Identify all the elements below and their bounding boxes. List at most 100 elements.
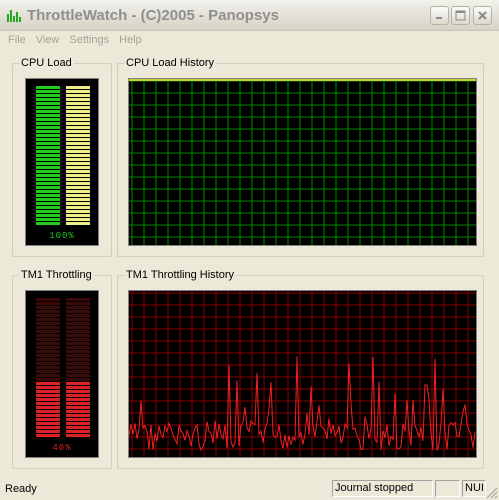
cpu-history-group: CPU Load History xyxy=(117,57,484,257)
tm1-throttling-segment xyxy=(66,366,90,369)
tm1-throttling-segment xyxy=(66,330,90,333)
tm1-throttling-segment xyxy=(66,338,90,341)
cpu-load-segment xyxy=(36,106,60,109)
tm1-throttling-segment xyxy=(66,386,90,389)
tm1-throttling-segment xyxy=(66,414,90,417)
tm1-throttling-segment xyxy=(36,410,60,413)
tm1-throttling-segment xyxy=(66,358,90,361)
tm1-throttling-segment xyxy=(66,430,90,433)
cpu-load-segment xyxy=(36,198,60,201)
tm1-throttling-segment xyxy=(36,358,60,361)
cpu-load-segment xyxy=(66,214,90,217)
cpu-load-segment xyxy=(36,150,60,153)
tm1-throttling-segment xyxy=(36,430,60,433)
cpu-load-segment xyxy=(66,86,90,89)
tm1-throttling-segment xyxy=(66,434,90,437)
cpu-load-segment xyxy=(66,118,90,121)
cpu-load-segment xyxy=(66,122,90,125)
tm1-throttling-segment xyxy=(36,374,60,377)
tm1-history-plot xyxy=(129,291,476,457)
cpu-load-segment xyxy=(36,98,60,101)
cpu-load-segment xyxy=(66,98,90,101)
maximize-button[interactable] xyxy=(451,6,470,25)
cpu-load-segment xyxy=(66,146,90,149)
cpu-load-segment xyxy=(66,130,90,133)
cpu-load-segment xyxy=(36,90,60,93)
cpu-load-segment xyxy=(66,198,90,201)
menu-view[interactable]: View xyxy=(31,31,65,49)
tm1-throttling-group: TM1 Throttling 40% xyxy=(12,269,112,469)
tm1-throttling-segment xyxy=(36,326,60,329)
tm1-throttling-meter: 40% xyxy=(25,290,99,458)
app-icon xyxy=(7,10,21,22)
cpu-load-segment xyxy=(36,194,60,197)
tm1-throttling-segment xyxy=(36,378,60,381)
tm1-throttling-segment xyxy=(66,394,90,397)
title-bar[interactable]: ThrottleWatch - (C)2005 - Panopsys xyxy=(0,0,499,31)
tm1-throttling-segment xyxy=(36,406,60,409)
tm1-history-graph xyxy=(128,290,477,458)
cpu-load-segment xyxy=(36,126,60,129)
tm1-throttling-segment xyxy=(36,362,60,365)
tm1-throttling-segment xyxy=(66,350,90,353)
tm1-throttling-segment xyxy=(66,370,90,373)
tm1-throttling-segment xyxy=(66,426,90,429)
tm1-throttling-segment xyxy=(66,362,90,365)
tm1-throttling-segment xyxy=(36,338,60,341)
tm1-throttling-segment xyxy=(36,306,60,309)
tm1-throttling-segment xyxy=(66,378,90,381)
tm1-throttling-segment xyxy=(36,298,60,301)
cpu-load-segment xyxy=(36,170,60,173)
throttlewatch-window: ThrottleWatch - (C)2005 - Panopsys File … xyxy=(0,0,499,500)
status-bar: Ready Journal stopped NUI xyxy=(0,478,499,500)
tm1-throttling-label: TM1 Throttling xyxy=(19,269,94,282)
cpu-load-segment xyxy=(36,158,60,161)
cpu-load-segment xyxy=(36,182,60,185)
cpu-history-label: CPU Load History xyxy=(124,57,217,70)
cpu-load-segment xyxy=(66,162,90,165)
cpu-load-segment xyxy=(36,214,60,217)
tm1-throttling-segment xyxy=(66,346,90,349)
menu-file[interactable]: File xyxy=(3,31,31,49)
tm1-throttling-segment xyxy=(66,342,90,345)
cpu-load-meter: 100% xyxy=(25,78,99,246)
cpu-load-segment xyxy=(66,94,90,97)
close-button[interactable] xyxy=(473,6,492,25)
window-title: ThrottleWatch - (C)2005 - Panopsys xyxy=(27,7,279,24)
tm1-history-label: TM1 Throttling History xyxy=(124,269,236,282)
minimize-icon xyxy=(436,17,442,19)
cpu-load-segment xyxy=(36,178,60,181)
cpu-load-segment xyxy=(36,190,60,193)
tm1-throttling-segment xyxy=(66,318,90,321)
tm1-throttling-segment xyxy=(66,326,90,329)
cpu-load-segment xyxy=(36,118,60,121)
cpu-load-segment xyxy=(36,86,60,89)
tm1-throttling-segment xyxy=(36,354,60,357)
resize-grip-icon[interactable] xyxy=(486,487,498,499)
cpu-load-segment xyxy=(66,174,90,177)
cpu-load-group: CPU Load 100% xyxy=(12,57,112,257)
tm1-throttling-segment xyxy=(66,398,90,401)
minimize-button[interactable] xyxy=(430,6,449,25)
cpu-load-segment xyxy=(36,94,60,97)
cpu-load-segment xyxy=(66,202,90,205)
menu-settings[interactable]: Settings xyxy=(64,31,114,49)
tm1-throttling-segment xyxy=(36,414,60,417)
tm1-throttling-segment xyxy=(66,422,90,425)
tm1-throttling-segment xyxy=(66,382,90,385)
tm1-throttling-segment xyxy=(36,310,60,313)
tm1-throttling-segment xyxy=(66,310,90,313)
menu-help[interactable]: Help xyxy=(114,31,147,49)
tm1-throttling-segment xyxy=(66,354,90,357)
cpu-load-segment xyxy=(66,194,90,197)
cpu-load-segment xyxy=(36,134,60,137)
tm1-throttling-segment xyxy=(36,366,60,369)
cpu-load-segment xyxy=(36,114,60,117)
cpu-load-segment xyxy=(36,206,60,209)
cpu-load-segment xyxy=(36,166,60,169)
cpu-history-graph xyxy=(128,78,477,246)
tm1-throttling-segment xyxy=(36,426,60,429)
cpu-load-segment xyxy=(66,182,90,185)
tm1-throttling-segment xyxy=(66,322,90,325)
cpu-load-segment xyxy=(66,178,90,181)
